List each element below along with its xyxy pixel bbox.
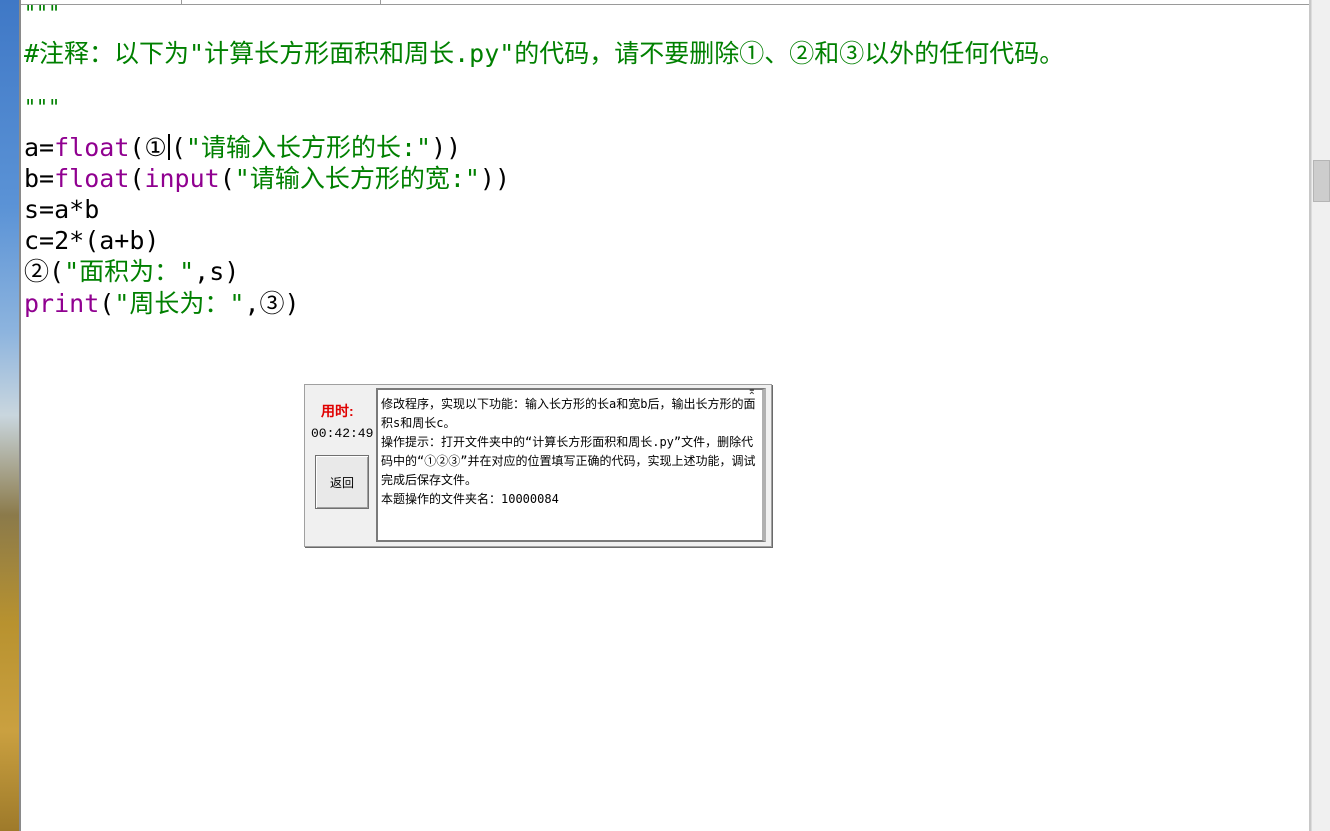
timer-value: 00:42:49 bbox=[311, 426, 374, 441]
code-line-5[interactable]: ②("面积为：",s) bbox=[24, 256, 239, 287]
vertical-scrollbar[interactable] bbox=[1311, 0, 1330, 831]
text-cursor bbox=[167, 134, 170, 160]
code-token: ( bbox=[219, 164, 235, 193]
code-token: )) bbox=[479, 164, 511, 193]
instructions-text: 修改程序，实现以下功能：输入长方形的长a和宽b后，输出长方形的面积s和周长c。 … bbox=[381, 397, 756, 506]
task-dialog: 用时: 00:42:49 返回 ⌆ 修改程序，实现以下功能：输入长方形的长a和宽… bbox=[304, 384, 772, 547]
code-token: a= bbox=[24, 133, 55, 162]
code-token: ( bbox=[170, 133, 186, 162]
code-keyword: print bbox=[24, 289, 100, 318]
ruler-tick bbox=[181, 0, 182, 4]
editor-top-ruler bbox=[21, 4, 1309, 5]
docstring-open[interactable]: """ bbox=[24, 0, 60, 29]
code-string: "面积为：" bbox=[64, 257, 195, 286]
code-keyword: input bbox=[144, 164, 220, 193]
code-line-6[interactable]: print("周长为：",③) bbox=[24, 288, 300, 319]
code-line-3[interactable]: s=a*b bbox=[24, 194, 99, 225]
code-line-1[interactable]: a=float(① ("请输入长方形的长:")) bbox=[24, 132, 461, 163]
editor-left-border bbox=[19, 0, 21, 831]
code-token: ②( bbox=[24, 257, 65, 286]
code-token: ,s) bbox=[194, 257, 240, 286]
code-token: ( bbox=[99, 289, 115, 318]
code-token: (① bbox=[129, 133, 167, 162]
code-string: "请输入长方形的宽:" bbox=[234, 164, 480, 193]
timer-label: 用时: bbox=[321, 403, 354, 419]
code-token: )) bbox=[431, 133, 462, 162]
instructions-box[interactable]: ⌆ 修改程序，实现以下功能：输入长方形的长a和宽b后，输出长方形的面积s和周长c… bbox=[376, 386, 766, 542]
back-button[interactable]: 返回 bbox=[315, 455, 369, 509]
docstring-close[interactable]: """ bbox=[24, 92, 60, 123]
code-token: b= bbox=[24, 164, 55, 193]
comment-line[interactable]: #注释：以下为"计算长方形面积和周长.py"的代码，请不要删除①、②和③以外的任… bbox=[24, 38, 1064, 69]
code-token: ( bbox=[129, 164, 145, 193]
desktop-background bbox=[0, 0, 19, 831]
ruler-tick bbox=[380, 0, 381, 4]
code-keyword: float bbox=[54, 164, 130, 193]
code-token: ,③) bbox=[244, 289, 300, 318]
code-string: "周长为：" bbox=[114, 289, 245, 318]
code-string: "请输入长方形的长:" bbox=[185, 133, 432, 162]
code-line-4[interactable]: c=2*(a+b) bbox=[24, 225, 159, 256]
code-keyword: float bbox=[54, 133, 130, 162]
scrollbar-thumb[interactable] bbox=[1313, 160, 1330, 202]
code-line-2[interactable]: b=float(input("请输入长方形的宽:")) bbox=[24, 163, 510, 194]
